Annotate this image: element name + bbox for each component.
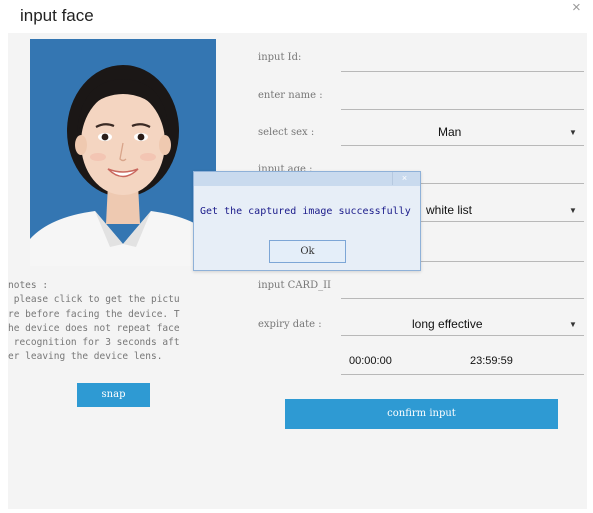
select-sex-label: select sex :	[258, 127, 315, 138]
face-photo-illustration	[30, 39, 216, 266]
success-dialog: × Get the captured image successfully Ok	[193, 171, 421, 271]
confirm-input-button[interactable]: confirm input	[285, 399, 558, 429]
snap-button[interactable]: snap	[77, 383, 150, 407]
time-start-field[interactable]: 00:00:00	[349, 355, 392, 367]
enter-name-field[interactable]	[341, 109, 584, 110]
input-card-label: input CARD_II	[258, 280, 331, 291]
input-card-field[interactable]	[341, 298, 584, 299]
dialog-message: Get the captured image successfully	[200, 206, 411, 217]
chevron-down-icon[interactable]: ▼	[569, 320, 577, 329]
window-title: input face	[20, 6, 94, 25]
chevron-down-icon[interactable]: ▼	[569, 128, 577, 137]
input-id-label: input Id:	[258, 52, 302, 63]
time-underline	[341, 374, 584, 375]
list-type-select-value[interactable]: white list	[426, 203, 472, 217]
input-id-field[interactable]	[341, 71, 584, 72]
close-icon[interactable]: ×	[572, 0, 581, 16]
expiry-date-select-value[interactable]: long effective	[412, 317, 483, 331]
notes-text: notes : please click to get the pictu re…	[8, 280, 180, 363]
close-icon[interactable]: ×	[392, 172, 416, 185]
ok-button[interactable]: Ok	[269, 240, 346, 263]
enter-name-label: enter name :	[258, 90, 323, 101]
face-photo	[30, 39, 216, 266]
expiry-date-underline	[341, 335, 584, 336]
time-end-field[interactable]: 23:59:59	[470, 355, 513, 367]
dialog-title-bar	[194, 172, 420, 186]
expiry-date-label: expiry date :	[258, 319, 322, 330]
main-panel: notes : please click to get the pictu re…	[8, 33, 587, 509]
chevron-down-icon[interactable]: ▼	[569, 206, 577, 215]
sex-select-underline	[341, 145, 584, 146]
sex-select-value[interactable]: Man	[438, 125, 461, 139]
